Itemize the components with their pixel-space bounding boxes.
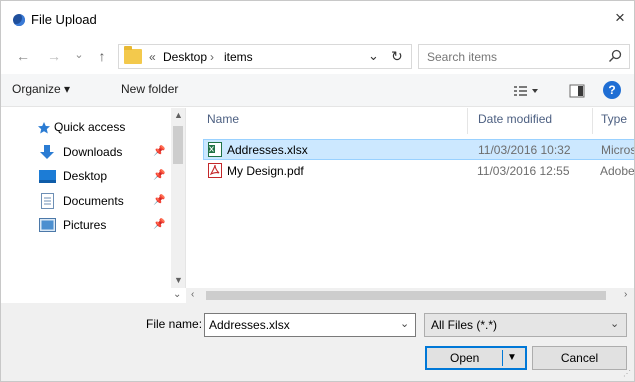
sidebar-item-downloads[interactable]: Downloads 📌 — [1, 141, 171, 165]
search-placeholder: Search items — [427, 50, 498, 64]
file-row-my-design-pdf[interactable]: My Design.pdf 11/03/2016 12:55 Adobe — [203, 161, 634, 182]
resize-grip-icon[interactable]: ⋰ — [623, 369, 631, 378]
sidebar-item-desktop[interactable]: Desktop 📌 — [1, 165, 171, 189]
search-input[interactable]: Search items — [418, 44, 630, 69]
view-options-icon[interactable] — [513, 84, 541, 98]
sort-ascending-icon: ⌃ — [327, 108, 336, 115]
new-folder-button[interactable]: New folder — [121, 82, 178, 96]
organize-button[interactable]: Organize ▾ — [12, 82, 70, 96]
sidebar-scroll-thumb[interactable] — [173, 126, 183, 164]
scroll-down-icon[interactable]: ▼ — [174, 275, 183, 285]
file-upload-dialog: File Upload × ← → ⌄ ↑ « Desktop › items … — [0, 0, 635, 382]
app-icon — [13, 14, 25, 26]
dialog-footer: File name: Addresses.xlsx ⌄ All Files (*… — [1, 303, 634, 381]
address-dropdown-chevron-icon[interactable]: ⌄ — [368, 48, 379, 64]
preview-pane-icon[interactable] — [569, 84, 585, 98]
column-header-date-modified[interactable]: Date modified — [478, 112, 552, 126]
folder-icon — [124, 46, 142, 64]
file-date: 11/03/2016 10:32 — [478, 143, 571, 157]
pin-icon: 📌 — [153, 219, 166, 230]
documents-icon — [41, 193, 54, 209]
pin-icon: 📌 — [153, 146, 166, 157]
open-button-label: Open — [450, 351, 480, 365]
file-type: Micros — [601, 143, 634, 157]
scroll-up-icon[interactable]: ▲ — [174, 110, 183, 120]
file-date: 11/03/2016 12:55 — [477, 164, 570, 178]
back-button[interactable]: ← — [14, 46, 32, 66]
pdf-icon — [208, 163, 222, 178]
breadcrumb-separator: › — [210, 50, 214, 64]
scroll-right-icon[interactable]: › — [624, 289, 627, 300]
scroll-left-icon[interactable]: ‹ — [191, 289, 194, 300]
file-type-value: All Files (*.*) — [431, 318, 498, 332]
pin-icon: 📌 — [153, 170, 166, 181]
help-icon[interactable]: ? — [603, 81, 621, 99]
file-name-label: File name: — [146, 317, 203, 331]
split-divider — [502, 350, 503, 366]
open-options-chevron-icon[interactable]: ▼ — [507, 347, 517, 369]
close-icon[interactable]: × — [610, 8, 630, 28]
title-bar: File Upload × — [1, 1, 634, 39]
file-list-horizontal-scrollbar[interactable]: ‹ › — [186, 288, 634, 303]
toolbar: Organize ▾ New folder ? — [1, 74, 634, 107]
download-arrow-icon — [40, 145, 54, 159]
breadcrumb-items[interactable]: items — [224, 50, 253, 64]
file-name-value: Addresses.xlsx — [209, 318, 290, 332]
sidebar-item-label: Downloads — [63, 145, 123, 159]
up-button[interactable]: ↑ — [93, 46, 111, 66]
file-type: Adobe — [600, 164, 634, 178]
recent-locations-chevron-icon[interactable]: ⌄ — [70, 45, 88, 65]
forward-button[interactable]: → — [45, 46, 63, 66]
open-button[interactable]: Open ▼ — [425, 346, 527, 370]
excel-icon — [208, 142, 222, 157]
file-name: Addresses.xlsx — [227, 143, 308, 157]
column-divider[interactable] — [467, 108, 468, 134]
sidebar-item-documents[interactable]: Documents 📌 — [1, 190, 171, 214]
window-title: File Upload — [31, 12, 97, 27]
file-name-input[interactable]: Addresses.xlsx ⌄ — [204, 313, 416, 337]
sidebar-item-label: Quick access — [54, 120, 126, 134]
sidebar-scrollbar[interactable]: ▲ ▼ — [171, 108, 185, 288]
navigation-pane: Quick access Downloads 📌 Desktop 📌 Docum… — [1, 108, 186, 288]
file-list: ⌃ Name Date modified Type Addresses.xlsx… — [187, 108, 634, 288]
search-icon[interactable] — [607, 48, 623, 64]
refresh-icon[interactable]: ↻ — [391, 48, 403, 65]
pin-icon: 📌 — [153, 195, 166, 206]
breadcrumb-desktop[interactable]: Desktop — [163, 50, 207, 64]
desktop-icon — [39, 170, 56, 183]
column-divider[interactable] — [592, 108, 593, 134]
file-name-dropdown-chevron-icon[interactable]: ⌄ — [400, 317, 409, 330]
sidebar-item-pictures[interactable]: Pictures 📌 — [1, 214, 171, 238]
sidebar-item-label: Pictures — [63, 218, 107, 232]
cancel-button[interactable]: Cancel — [532, 346, 627, 370]
star-icon — [38, 122, 50, 134]
address-bar[interactable]: « Desktop › items ⌄ ↻ — [118, 44, 412, 69]
file-name: My Design.pdf — [227, 164, 304, 178]
column-header-name[interactable]: Name — [207, 112, 239, 126]
file-type-chevron-icon[interactable]: ⌄ — [610, 317, 619, 330]
file-type-select[interactable]: All Files (*.*) ⌄ — [424, 313, 627, 337]
sidebar-scroll-down-chevron-icon[interactable]: ⌄ — [173, 289, 181, 300]
column-header-type[interactable]: Type — [601, 112, 627, 126]
file-row-addresses-xlsx[interactable]: Addresses.xlsx 11/03/2016 10:32 Micros — [203, 139, 634, 160]
pictures-icon — [39, 218, 56, 232]
sidebar-item-quick-access[interactable]: Quick access — [1, 116, 171, 140]
breadcrumb-overflow[interactable]: « — [149, 50, 156, 64]
horizontal-scroll-thumb[interactable] — [206, 291, 606, 300]
sidebar-item-label: Documents — [63, 194, 124, 208]
sidebar-item-label: Desktop — [63, 169, 108, 183]
